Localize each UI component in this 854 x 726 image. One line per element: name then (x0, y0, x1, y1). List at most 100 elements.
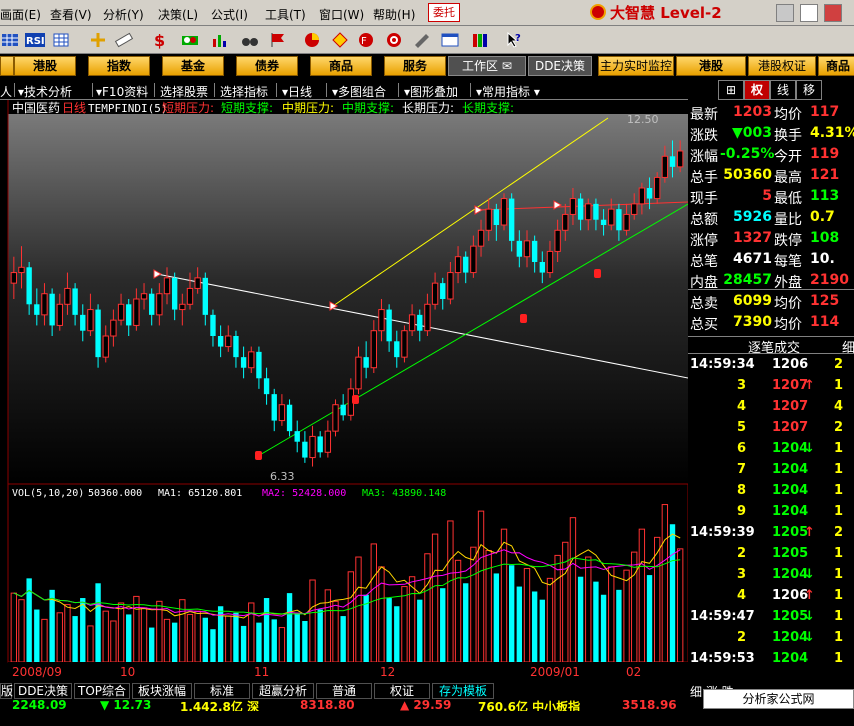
menu-decision[interactable]: 决策(L) (158, 6, 198, 23)
help-pointer-icon[interactable]: ? (504, 31, 524, 49)
tick-list: 14:59:34 1206 2 3 1207 ↑ 1 4 1207 4 5 1207 2 6 1204 ↓ 1 7… (688, 355, 854, 675)
grid-icon[interactable] (0, 31, 20, 49)
tick-volume: 1 (834, 462, 844, 477)
quote-label: 每笔 (774, 254, 802, 270)
nav-left-stub[interactable] (0, 56, 14, 76)
menu-analysis[interactable]: 分析(Y) (103, 6, 144, 23)
volume-bar (546, 577, 554, 663)
volume-bar (616, 589, 622, 662)
bottom-tab-0[interactable]: 版 (0, 683, 13, 699)
tab-f10[interactable]: ▾F10资料 (96, 83, 148, 100)
analysis-tab-bar: 人 ▾技术分析 ▾F10资料 选择股票 选择指标 ▾日线 ▾多图组合 ▾图形叠加… (0, 80, 688, 100)
sme-index: 3518.96 (622, 699, 677, 711)
close-button[interactable] (824, 4, 842, 22)
rights-button[interactable]: 权 (744, 80, 770, 100)
nav-service[interactable]: 服务 (384, 56, 446, 76)
candle (64, 287, 71, 305)
move-button[interactable]: 移 (796, 80, 822, 100)
bottom-tab-sector[interactable]: 板块涨幅 (132, 683, 192, 699)
expand-button[interactable]: ⊞ (718, 80, 744, 100)
quote-value: 7390 (733, 314, 772, 330)
window-icon[interactable] (440, 31, 460, 49)
volume-bar (126, 614, 132, 662)
tick-seq: 8 (736, 483, 746, 498)
flag-icon[interactable] (268, 31, 288, 49)
menu-window[interactable]: 窗口(W) (319, 6, 364, 23)
quote-label: 换手 (774, 128, 802, 144)
tab-select-indicator[interactable]: 选择指标 (220, 83, 268, 100)
main-monitor-button[interactable]: 主力实时监控 (598, 56, 674, 76)
pie-icon[interactable] (302, 31, 322, 49)
quote-label: 均价 (774, 317, 802, 333)
long-resistance-label: 长期压力: (402, 101, 454, 115)
tab-tech-analysis[interactable]: ▾技术分析 (18, 83, 72, 100)
nav-hk-stock-2[interactable]: 港股 (676, 56, 746, 76)
nav-hk-stock[interactable]: 港股 (14, 56, 76, 76)
tab-divider (92, 83, 93, 97)
candle (408, 314, 416, 332)
candle (256, 351, 262, 379)
bottom-tab-top[interactable]: TOP综合 (74, 683, 130, 699)
chart-pane[interactable]: 中国医药 日线 TEMPFINDI(5) 短期压力: 短期支撑: 中期压力: 中… (0, 100, 689, 682)
tab-multi-chart[interactable]: ▾多图组合 (332, 83, 386, 100)
crosshair-icon[interactable] (88, 31, 108, 49)
bottom-tab-standard[interactable]: 标准 (194, 683, 250, 699)
candle (378, 309, 385, 332)
bottom-tab-normal[interactable]: 普通 (316, 683, 372, 699)
signal-icon[interactable] (180, 31, 200, 49)
nav-commodity-2[interactable]: 商品 (818, 56, 854, 76)
binoculars-icon[interactable] (240, 31, 260, 49)
tick-price: 1204 (772, 462, 809, 477)
diamond-icon[interactable] (330, 31, 350, 49)
volume-bar (340, 616, 346, 662)
nav-fund[interactable]: 基金 (162, 56, 224, 76)
volume-bar (278, 627, 286, 663)
tab-select-stock[interactable]: 选择股票 (160, 83, 208, 100)
menu-formula[interactable]: 公式(I) (211, 6, 248, 23)
tab-common-indicators[interactable]: ▾常用指标 ▾ (476, 83, 540, 100)
volume-bar (49, 589, 55, 662)
minimize-button[interactable] (776, 4, 794, 22)
workspace-dropdown[interactable]: 工作区 ✉ (448, 56, 526, 76)
ruler-icon[interactable] (114, 31, 134, 49)
tick-arrow: ↑ (804, 378, 815, 393)
grid-small-icon[interactable] (52, 31, 70, 49)
bar-chart-icon[interactable] (210, 31, 230, 49)
books-icon[interactable] (470, 31, 490, 49)
flame-icon[interactable]: F (356, 31, 376, 49)
bottom-tab-save-template[interactable]: 存为模板 (432, 683, 494, 699)
menu-help[interactable]: 帮助(H) (373, 6, 415, 23)
tab-daily[interactable]: ▾日线 (282, 83, 312, 100)
tool-icon[interactable] (412, 31, 432, 49)
bottom-tab-dde[interactable]: DDE决策 (14, 683, 72, 699)
kline-chart[interactable]: 中国医药 日线 TEMPFINDI(5) 短期压力: 短期支撑: 中期压力: 中… (0, 100, 689, 682)
menu-tools[interactable]: 工具(T) (265, 6, 306, 23)
nav-commodity[interactable]: 商品 (310, 56, 372, 76)
sz-index: 8318.80 (300, 699, 355, 711)
volume-bar (309, 579, 316, 663)
nav-bond[interactable]: 债券 (236, 56, 298, 76)
bottom-tab-super[interactable]: 超赢分析 (252, 683, 314, 699)
menu-view[interactable]: 查看(V) (50, 6, 92, 23)
tab-left-stub[interactable]: 人 (0, 83, 12, 100)
menu-screen[interactable]: 画面(E) (0, 6, 41, 23)
tick-volume: 2 (834, 525, 844, 540)
signal-marker (520, 314, 527, 323)
high-price-label: 12.50 (627, 113, 659, 126)
tab-overlay[interactable]: ▾图形叠加 (404, 83, 458, 100)
line-button[interactable]: 线 (770, 80, 796, 100)
candle (585, 203, 592, 221)
bottom-tab-warrant[interactable]: 权证 (374, 683, 430, 699)
nav-hk-warrant[interactable]: 港股权证 (748, 56, 816, 76)
target-icon[interactable] (384, 31, 404, 49)
nav-index[interactable]: 指数 (88, 56, 150, 76)
tick-volume: 1 (834, 630, 844, 645)
order-button[interactable]: 委托 (428, 3, 460, 22)
volume-bar (18, 599, 25, 663)
rsi-icon[interactable]: RSI (24, 31, 46, 49)
dde-decision-button[interactable]: DDE决策 (528, 56, 592, 76)
volume-bar (669, 524, 676, 662)
maximize-button[interactable] (800, 4, 818, 22)
dollar-icon[interactable]: $ (150, 31, 170, 49)
quote-value: 4671 (733, 251, 772, 267)
